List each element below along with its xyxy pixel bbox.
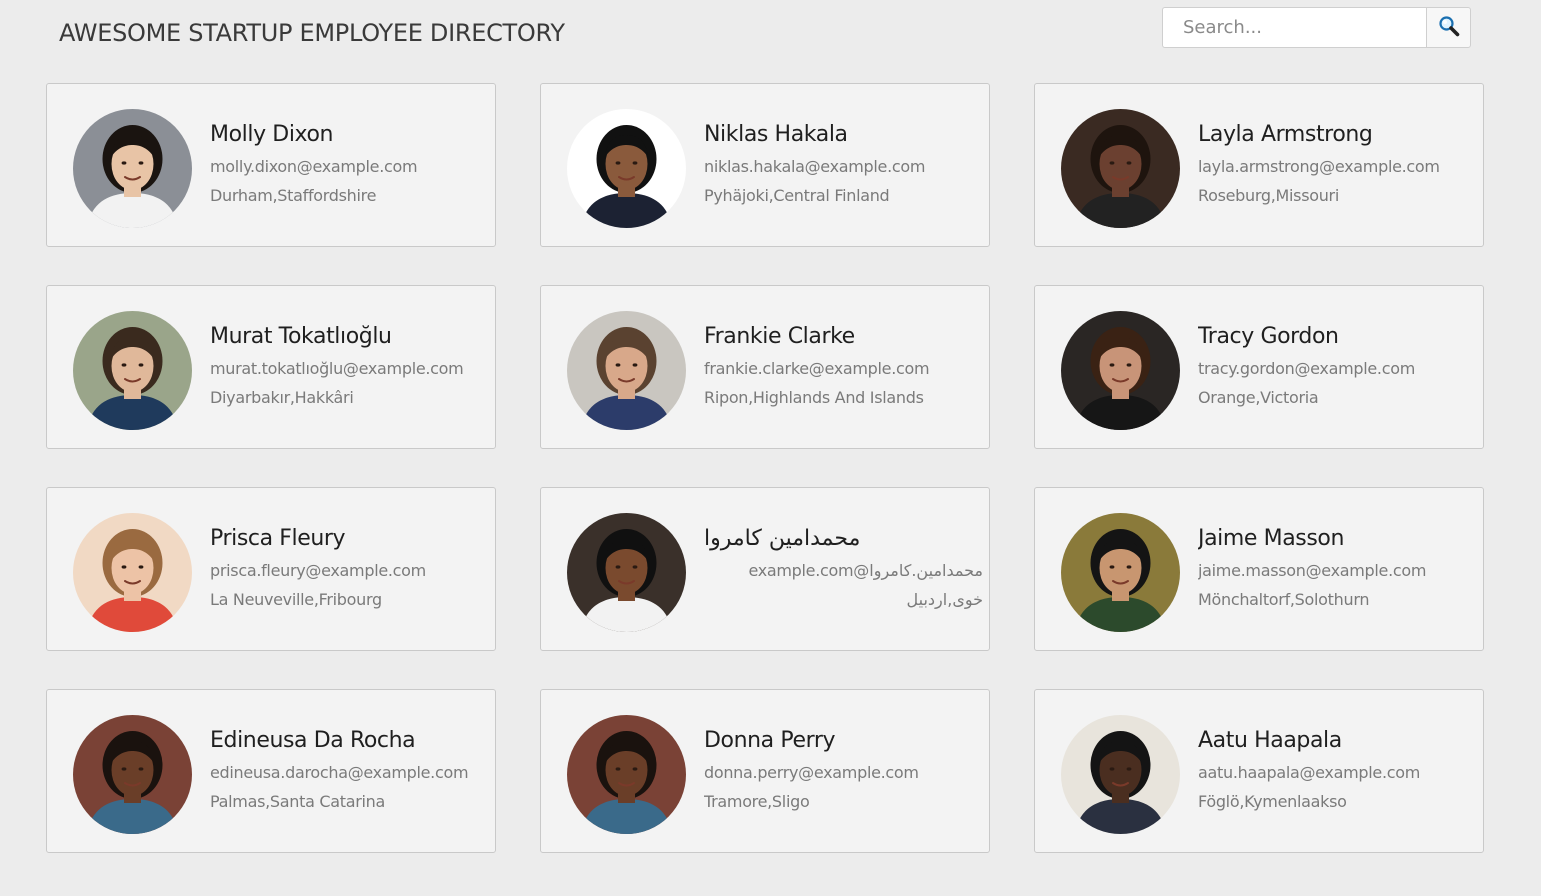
employee-name: Tracy Gordon bbox=[1198, 324, 1339, 349]
employee-email: frankie.clarke@example.com bbox=[704, 359, 930, 378]
employee-avatar bbox=[73, 715, 192, 834]
employee-card[interactable]: Donna Perry donna.perry@example.com Tramor… bbox=[540, 689, 990, 853]
employee-email: murat.tokatlıoğlu@example.com bbox=[210, 359, 464, 378]
search-input[interactable] bbox=[1162, 7, 1426, 48]
employee-card[interactable]: Frankie Clarke frankie.clarke@example.com… bbox=[540, 285, 990, 449]
employee-location: خوی,اردبیل bbox=[906, 590, 983, 609]
employee-info: Murat Tokatlıoğlu murat.tokatlıoğlu@examp… bbox=[210, 321, 489, 412]
employee-name: Frankie Clarke bbox=[704, 324, 855, 349]
employee-email: molly.dixon@example.com bbox=[210, 157, 418, 176]
employee-avatar bbox=[73, 513, 192, 632]
employee-info: Molly Dixon molly.dixon@example.com Durham… bbox=[210, 119, 489, 210]
employee-card[interactable]: Murat Tokatlıoğlu murat.tokatlıoğlu@examp… bbox=[46, 285, 496, 449]
employee-avatar bbox=[567, 311, 686, 430]
employee-avatar bbox=[567, 513, 686, 632]
employee-info: Layla Armstrong layla.armstrong@example.c… bbox=[1198, 119, 1477, 210]
employee-email: jaime.masson@example.com bbox=[1198, 561, 1427, 580]
employee-location: Orange,Victoria bbox=[1198, 388, 1319, 407]
employee-email: donna.perry@example.com bbox=[704, 763, 919, 782]
employee-card[interactable]: Molly Dixon molly.dixon@example.com Durham… bbox=[46, 83, 496, 247]
employee-location: Ripon,Highlands And Islands bbox=[704, 388, 924, 407]
employee-location: Diyarbakır,Hakkâri bbox=[210, 388, 354, 407]
employee-location: Roseburg,Missouri bbox=[1198, 186, 1339, 205]
employee-gallery: Molly Dixon molly.dixon@example.com Durham… bbox=[46, 83, 1484, 853]
employee-email: tracy.gordon@example.com bbox=[1198, 359, 1415, 378]
employee-card[interactable]: Jaime Masson jaime.masson@example.com Mönc… bbox=[1034, 487, 1484, 651]
employee-name: Donna Perry bbox=[704, 728, 836, 753]
employee-info: Edineusa Da Rocha edineusa.darocha@exampl… bbox=[210, 725, 489, 816]
employee-card[interactable]: Edineusa Da Rocha edineusa.darocha@exampl… bbox=[46, 689, 496, 853]
employee-info: محمدامین كامروا محمدامین.كامروا@example.c… bbox=[704, 523, 983, 614]
employee-location: La Neuveville,Fribourg bbox=[210, 590, 382, 609]
employee-email: edineusa.darocha@example.com bbox=[210, 763, 469, 782]
employee-location: Tramore,Sligo bbox=[704, 792, 810, 811]
employee-email: محمدامین.كامروا@example.com bbox=[748, 561, 983, 580]
page-title: AWESOME STARTUP EMPLOYEE DIRECTORY bbox=[59, 19, 565, 47]
employee-email: aatu.haapala@example.com bbox=[1198, 763, 1420, 782]
magnifier-icon bbox=[1438, 15, 1460, 40]
employee-info: Frankie Clarke frankie.clarke@example.com… bbox=[704, 321, 983, 412]
employee-avatar bbox=[1061, 715, 1180, 834]
employee-card[interactable]: Niklas Hakala niklas.hakala@example.com Py… bbox=[540, 83, 990, 247]
employee-name: Prisca Fleury bbox=[210, 526, 346, 551]
employee-card[interactable]: Layla Armstrong layla.armstrong@example.c… bbox=[1034, 83, 1484, 247]
employee-info: Niklas Hakala niklas.hakala@example.com Py… bbox=[704, 119, 983, 210]
employee-avatar bbox=[73, 109, 192, 228]
employee-email: prisca.fleury@example.com bbox=[210, 561, 426, 580]
employee-location: Pyhäjoki,Central Finland bbox=[704, 186, 890, 205]
employee-card[interactable]: Prisca Fleury prisca.fleury@example.com La… bbox=[46, 487, 496, 651]
search-button[interactable] bbox=[1426, 7, 1471, 48]
search-form bbox=[1162, 7, 1471, 48]
employee-name: Niklas Hakala bbox=[704, 122, 848, 147]
employee-email: niklas.hakala@example.com bbox=[704, 157, 926, 176]
employee-name: Murat Tokatlıoğlu bbox=[210, 324, 392, 349]
employee-name: Edineusa Da Rocha bbox=[210, 728, 416, 753]
employee-info: Donna Perry donna.perry@example.com Tramor… bbox=[704, 725, 983, 816]
employee-card[interactable]: محمدامین كامروا محمدامین.كامروا@example.c… bbox=[540, 487, 990, 651]
employee-location: Palmas,Santa Catarina bbox=[210, 792, 385, 811]
employee-avatar bbox=[567, 715, 686, 834]
employee-info: Jaime Masson jaime.masson@example.com Mönc… bbox=[1198, 523, 1477, 614]
employee-avatar bbox=[567, 109, 686, 228]
employee-avatar bbox=[1061, 109, 1180, 228]
employee-avatar bbox=[73, 311, 192, 430]
employee-name: Layla Armstrong bbox=[1198, 122, 1373, 147]
employee-location: Durham,Staffordshire bbox=[210, 186, 377, 205]
employee-info: Aatu Haapala aatu.haapala@example.com Fögl… bbox=[1198, 725, 1477, 816]
employee-card[interactable]: Aatu Haapala aatu.haapala@example.com Fögl… bbox=[1034, 689, 1484, 853]
employee-name: Aatu Haapala bbox=[1198, 728, 1342, 753]
employee-avatar bbox=[1061, 311, 1180, 430]
employee-email: layla.armstrong@example.com bbox=[1198, 157, 1440, 176]
employee-name: Jaime Masson bbox=[1198, 526, 1345, 551]
employee-name: محمدامین كامروا bbox=[704, 526, 861, 551]
employee-avatar bbox=[1061, 513, 1180, 632]
employee-info: Tracy Gordon tracy.gordon@example.com Oran… bbox=[1198, 321, 1477, 412]
employee-card[interactable]: Tracy Gordon tracy.gordon@example.com Oran… bbox=[1034, 285, 1484, 449]
employee-location: Mönchaltorf,Solothurn bbox=[1198, 590, 1370, 609]
employee-name: Molly Dixon bbox=[210, 122, 334, 147]
employee-info: Prisca Fleury prisca.fleury@example.com La… bbox=[210, 523, 489, 614]
employee-location: Föglö,Kymenlaakso bbox=[1198, 792, 1347, 811]
